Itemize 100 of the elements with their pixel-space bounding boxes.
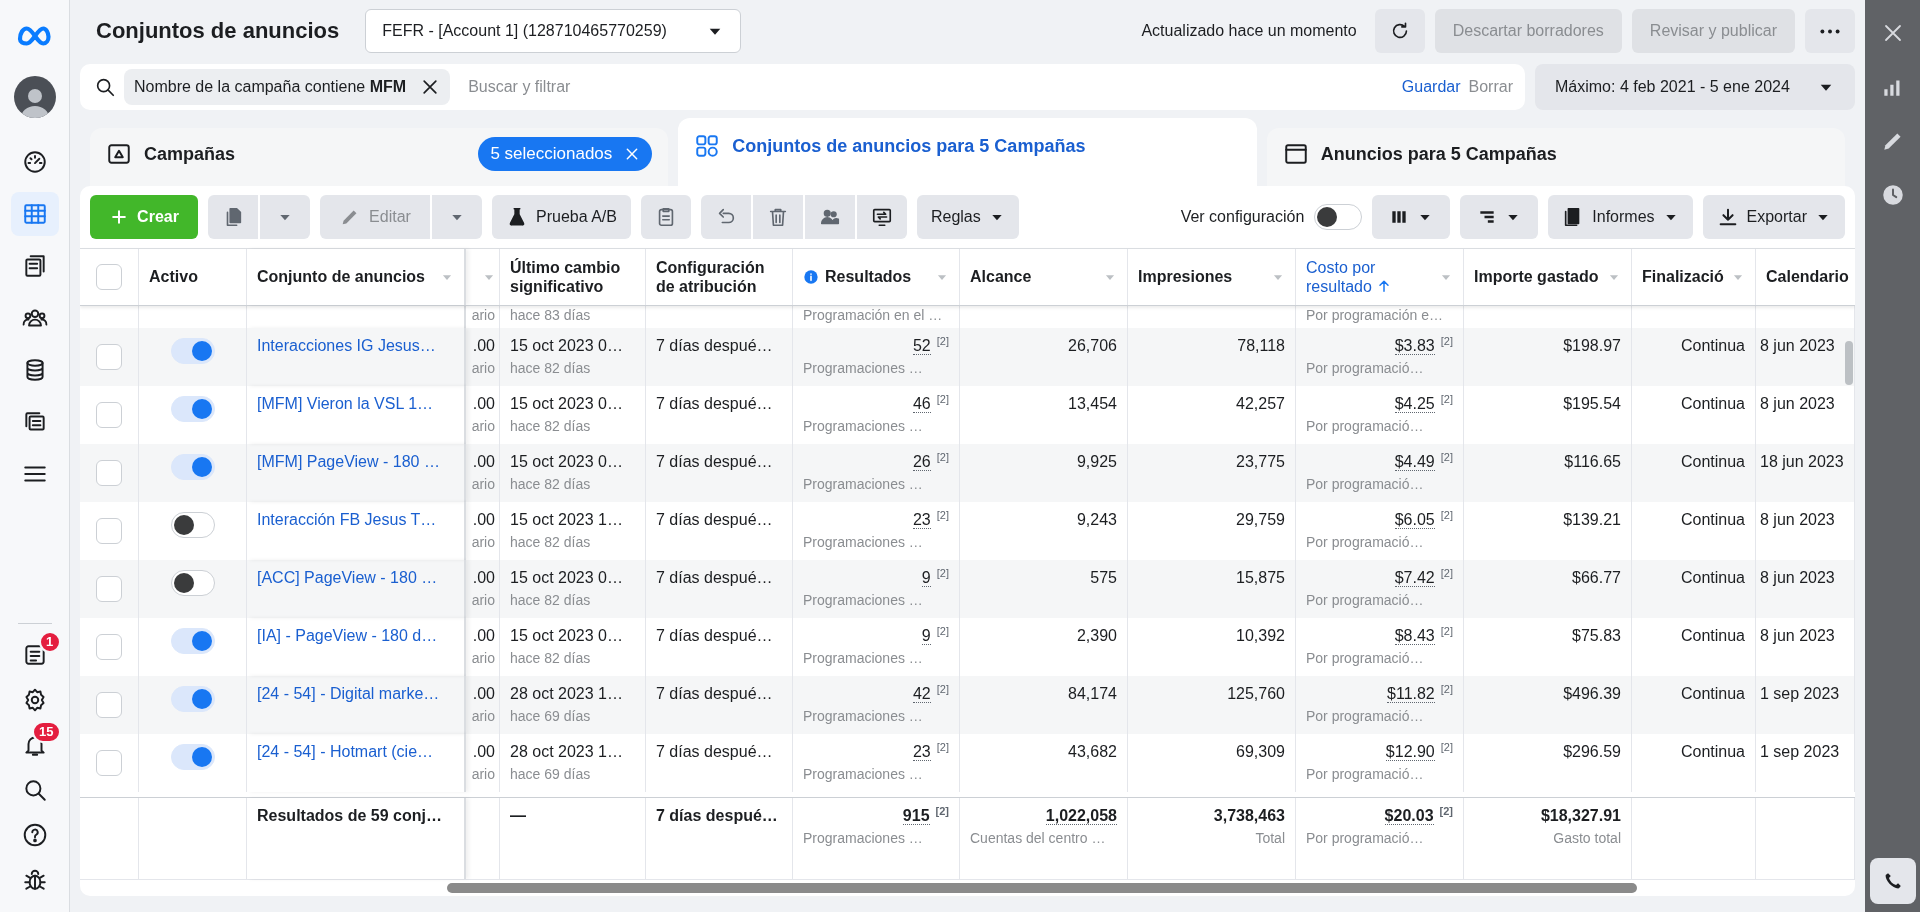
active-toggle[interactable] xyxy=(170,686,215,712)
search-bar[interactable]: Nombre de la campaña contiene MFM Buscar y filtrar Guardar Borrar xyxy=(80,64,1525,110)
phone-button[interactable] xyxy=(1869,858,1916,904)
active-toggle[interactable] xyxy=(170,744,215,770)
cell-text: $18,327.91 xyxy=(1539,806,1621,826)
reports-button[interactable]: Informes xyxy=(1548,195,1693,239)
row-checkbox[interactable] xyxy=(96,576,122,602)
cell-subtext: ario xyxy=(470,765,495,783)
footnote-mark: [2] xyxy=(936,393,949,405)
ad-set-link[interactable]: [24 - 54] - Digital marke… xyxy=(257,684,440,704)
ad-set-link[interactable]: [24 - 54] - Hotmart (cie… xyxy=(257,742,434,762)
date-range-dropdown[interactable]: Máximo: 4 feb 2021 - 5 ene 2024 xyxy=(1535,64,1855,110)
column-header[interactable]: Calendario xyxy=(1756,249,1855,305)
column-header[interactable]: Último cambio significativo xyxy=(500,249,646,305)
cell-subtext: hace 82 días xyxy=(510,417,592,435)
breakdown-button[interactable] xyxy=(1460,195,1539,239)
row-checkbox[interactable] xyxy=(96,750,122,776)
tab[interactable]: Campañas 5 seleccionados xyxy=(90,128,669,186)
selection-badge[interactable]: 5 seleccionados xyxy=(478,137,653,171)
horizontal-scrollbar[interactable] xyxy=(447,883,1637,893)
footnote-mark: [2] xyxy=(1440,683,1453,695)
export-button[interactable]: Exportar xyxy=(1702,195,1845,239)
row-checkbox[interactable] xyxy=(96,344,122,370)
ab-test-button[interactable]: Prueba A/B xyxy=(492,195,631,239)
swap-button[interactable] xyxy=(856,195,907,239)
ad-set-link[interactable]: [ACC] PageView - 180 … xyxy=(257,568,438,588)
active-toggle[interactable] xyxy=(170,570,215,596)
delete-button[interactable] xyxy=(752,195,803,239)
cell-text: 13,454 xyxy=(1067,394,1117,414)
tab[interactable]: Conjuntos de anuncios para 5 Campañas xyxy=(678,118,1257,186)
cell-subtext: ario xyxy=(470,359,495,377)
undo-button[interactable] xyxy=(700,195,751,239)
tab[interactable]: Anuncios para 5 Campañas xyxy=(1266,128,1845,186)
row-checkbox[interactable] xyxy=(96,634,122,660)
ad-set-link[interactable]: [IA] - PageView - 180 d… xyxy=(257,626,438,646)
cell-text: 15,875 xyxy=(1235,568,1285,588)
cell-text: 15 oct 2023 0… xyxy=(510,394,624,414)
ad-set-link[interactable]: Interacción FB Jesus T… xyxy=(257,510,437,530)
row-checkbox[interactable] xyxy=(96,460,122,486)
cell-text: 1 sep 2023 xyxy=(1760,684,1841,704)
cell-text: 8 jun 2023 xyxy=(1760,394,1836,414)
column-header[interactable]: Finalizació xyxy=(1632,249,1756,305)
column-header[interactable]: Conjunto de anuncios xyxy=(247,249,466,305)
cell-text: .00 xyxy=(471,336,495,356)
cell-text: 7 días despué… xyxy=(656,684,774,704)
avatar[interactable] xyxy=(13,76,56,118)
active-toggle[interactable] xyxy=(170,628,215,654)
cell-text: Continua xyxy=(1679,510,1745,530)
cell-text: 43,682 xyxy=(1067,742,1117,762)
duplicate-button[interactable] xyxy=(208,195,258,239)
column-header[interactable]: Activo xyxy=(139,249,247,305)
vertical-scrollbar[interactable] xyxy=(1845,341,1853,385)
cell-text: Continua xyxy=(1679,742,1745,762)
clipboard-button[interactable] xyxy=(640,195,691,239)
column-header[interactable]: Importe gastado xyxy=(1464,249,1632,305)
refresh-button[interactable] xyxy=(1374,9,1425,53)
search-field[interactable]: Buscar y filtrar xyxy=(466,77,1394,97)
cell-text: $7.42 xyxy=(1394,569,1435,587)
columns-button[interactable] xyxy=(1372,195,1451,239)
cell-text: 7 días despué… xyxy=(656,510,774,530)
view-setup-toggle[interactable] xyxy=(1314,204,1363,230)
cell-text: 9 xyxy=(921,627,931,645)
ad-set-link[interactable]: Interacciones IG Jesus… xyxy=(257,336,436,356)
rules-button[interactable]: Reglas xyxy=(916,195,1019,239)
cell-text: 46 xyxy=(912,395,931,413)
sidebar-item[interactable]: 15 xyxy=(10,722,59,767)
column-header[interactable]: Resultados xyxy=(793,249,960,305)
help-icon xyxy=(21,821,48,848)
ad-set-link[interactable]: [MFM] Vieron la VSL 1… xyxy=(257,394,434,414)
ad-set-link[interactable]: [MFM] PageView - 180 … xyxy=(257,452,440,472)
cell-text: $11.82 xyxy=(1387,685,1435,703)
active-toggle[interactable] xyxy=(170,338,215,364)
cell-text: 7 días despué… xyxy=(656,394,774,414)
audience-button[interactable] xyxy=(804,195,855,239)
column-header[interactable]: Configuración de atribución xyxy=(646,249,793,305)
cell-text: $20.03 xyxy=(1384,807,1434,825)
column-header[interactable]: Alcance xyxy=(960,249,1128,305)
cell-text: $75.83 xyxy=(1571,626,1621,646)
column-header[interactable]: Impresiones xyxy=(1128,249,1296,305)
cell-text: 15 oct 2023 0… xyxy=(510,568,624,588)
sidebar-item[interactable]: 1 xyxy=(10,632,59,677)
footnote-mark: [2] xyxy=(936,567,949,579)
column-header[interactable]: Costo por resultado xyxy=(1296,249,1464,305)
save-link[interactable]: Guardar xyxy=(1401,78,1461,96)
row-checkbox[interactable] xyxy=(96,692,122,718)
account-dropdown[interactable]: FEFR - [Account 1] (128710465770259) xyxy=(365,9,742,53)
select-all-checkbox[interactable] xyxy=(96,264,122,290)
active-toggle[interactable] xyxy=(170,512,215,538)
active-toggle[interactable] xyxy=(170,454,215,480)
cell-text: $12.90 xyxy=(1385,743,1435,761)
active-toggle[interactable] xyxy=(170,396,215,422)
cell-text: $4.49 xyxy=(1394,453,1435,471)
cell-text: 15 oct 2023 0… xyxy=(510,452,624,472)
row-checkbox[interactable] xyxy=(96,518,122,544)
cell-subtext: hace 83 días xyxy=(510,306,592,324)
row-checkbox[interactable] xyxy=(96,402,122,428)
cell-text: 125,760 xyxy=(1226,684,1285,704)
cell-subtext: Por programación e… xyxy=(1306,306,1444,324)
cell-text: 84,174 xyxy=(1067,684,1117,704)
cell-text: 1 sep 2023 xyxy=(1760,742,1841,762)
